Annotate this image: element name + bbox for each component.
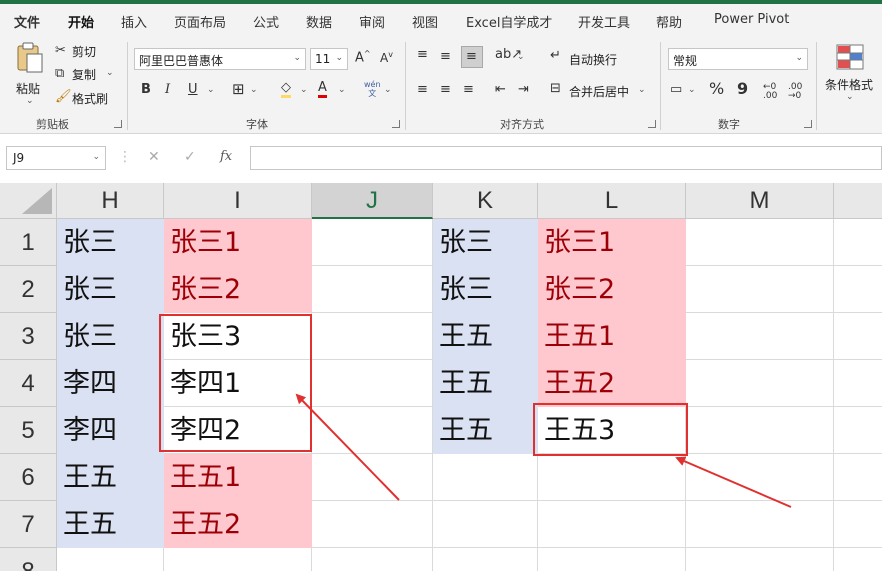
annotation-arrows (295, 393, 792, 508)
arrow-to-i-cells (295, 393, 400, 501)
arrow-to-l5 (675, 456, 792, 508)
